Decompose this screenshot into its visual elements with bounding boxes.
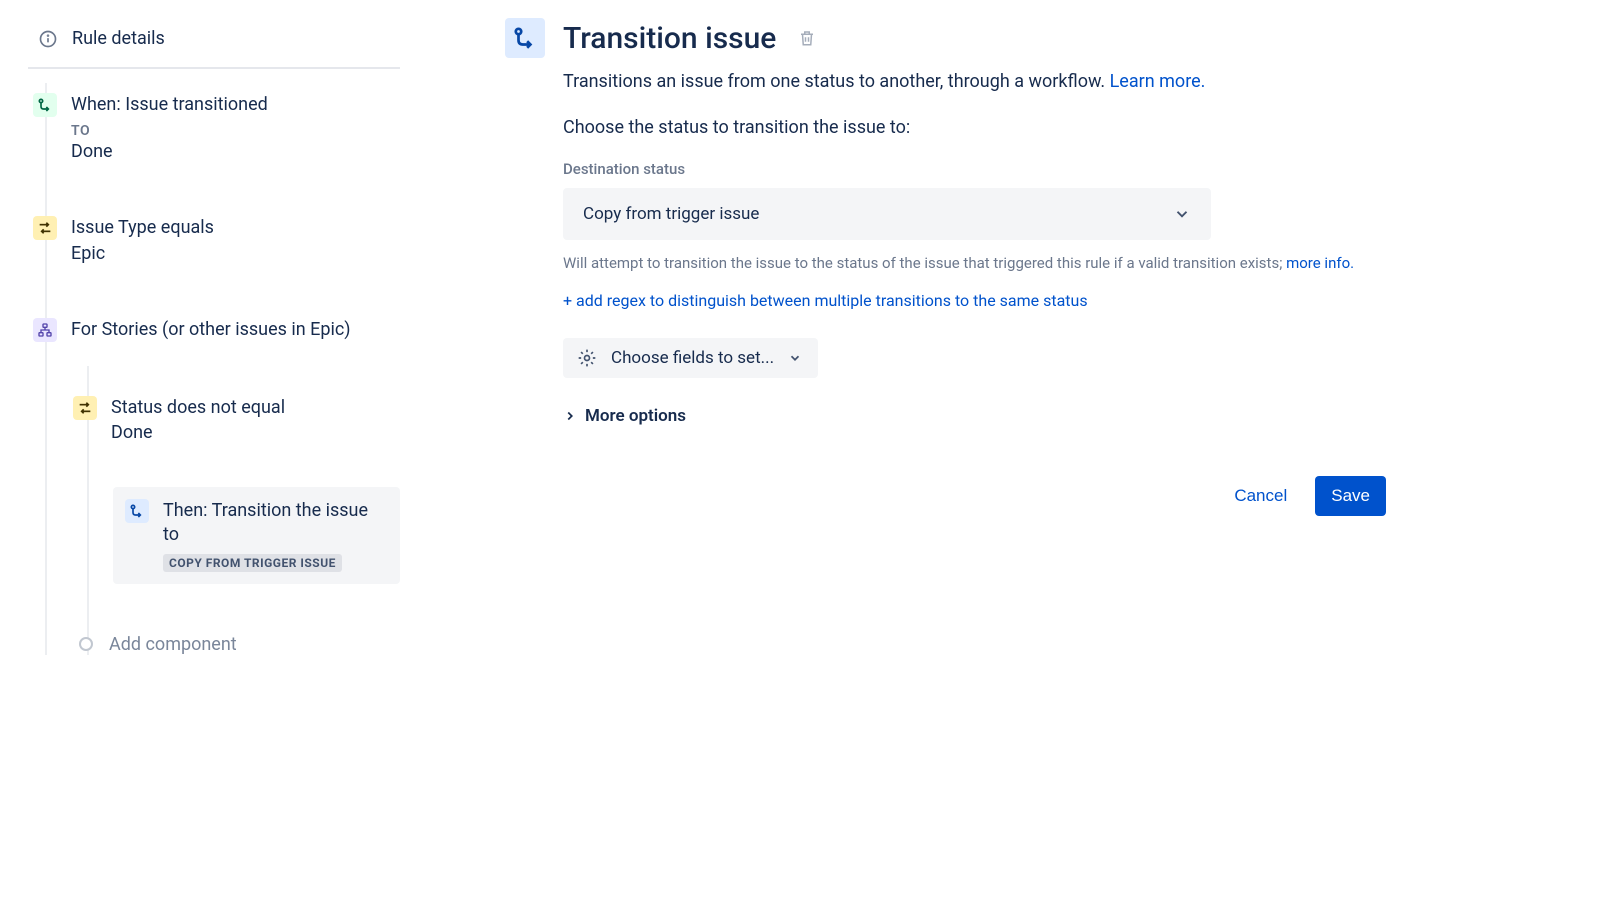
delete-button[interactable] [798, 29, 816, 47]
node-sub: TO [71, 123, 382, 139]
destination-status-select[interactable]: Copy from trigger issue [563, 188, 1211, 240]
add-component-label: Add component [109, 634, 237, 655]
choose-fields-label: Choose fields to set... [611, 348, 774, 368]
add-regex-link[interactable]: + add regex to distinguish between multi… [563, 291, 1560, 310]
branch-icon [33, 318, 57, 342]
chevron-down-icon [1173, 205, 1191, 223]
select-value: Copy from trigger issue [583, 204, 759, 224]
add-component-button[interactable]: Add component [83, 634, 400, 655]
desc-text: Transitions an issue from one status to … [563, 71, 1110, 92]
rule-node-branch[interactable]: For Stories (or other issues in Epic) [43, 288, 400, 366]
node-lozenge: COPY FROM TRIGGER ISSUE [163, 554, 342, 572]
transition-icon [33, 93, 57, 117]
panel-description: Transitions an issue from one status to … [563, 68, 1560, 95]
condition-icon [33, 216, 57, 240]
help-text-body: Will attempt to transition the issue to … [563, 254, 1286, 272]
more-options-toggle[interactable]: More options [563, 406, 1560, 426]
rule-node-condition-status[interactable]: Status does not equal Done [83, 366, 400, 467]
node-title: For Stories (or other issues in Epic) [71, 318, 382, 342]
node-title: Then: Transition the issue to [163, 499, 380, 548]
gear-icon [577, 348, 597, 368]
rule-node-trigger[interactable]: When: Issue transitioned TO Done [43, 83, 400, 186]
transition-icon [505, 18, 545, 58]
choose-fields-button[interactable]: Choose fields to set... [563, 338, 818, 378]
add-circle-icon [79, 637, 93, 651]
node-value: Done [111, 422, 382, 443]
panel-title: Transition issue [563, 21, 776, 56]
save-button[interactable]: Save [1315, 476, 1386, 516]
destination-prompt: Choose the status to transition the issu… [563, 117, 1560, 138]
rule-node-condition-issuetype[interactable]: Issue Type equals Epic [43, 186, 400, 287]
node-title: Status does not equal [111, 396, 382, 420]
chevron-right-icon [563, 409, 577, 423]
transition-icon [125, 499, 149, 523]
condition-icon [73, 396, 97, 420]
rule-details-header[interactable]: Rule details [28, 28, 400, 69]
destination-status-label: Destination status [563, 160, 1560, 178]
node-title: Issue Type equals [71, 216, 382, 240]
info-icon [38, 29, 58, 49]
rule-details-label: Rule details [72, 28, 165, 49]
more-info-link[interactable]: more info. [1286, 254, 1354, 272]
more-options-label: More options [585, 406, 686, 426]
node-value: Epic [71, 243, 382, 264]
chevron-down-icon [788, 351, 802, 365]
rule-node-action-transition[interactable]: Then: Transition the issue to COPY FROM … [113, 487, 400, 584]
learn-more-link[interactable]: Learn more. [1110, 71, 1206, 92]
node-title: When: Issue transitioned [71, 93, 382, 117]
cancel-button[interactable]: Cancel [1218, 476, 1303, 516]
destination-help-text: Will attempt to transition the issue to … [563, 252, 1383, 275]
node-value: Done [71, 141, 382, 162]
